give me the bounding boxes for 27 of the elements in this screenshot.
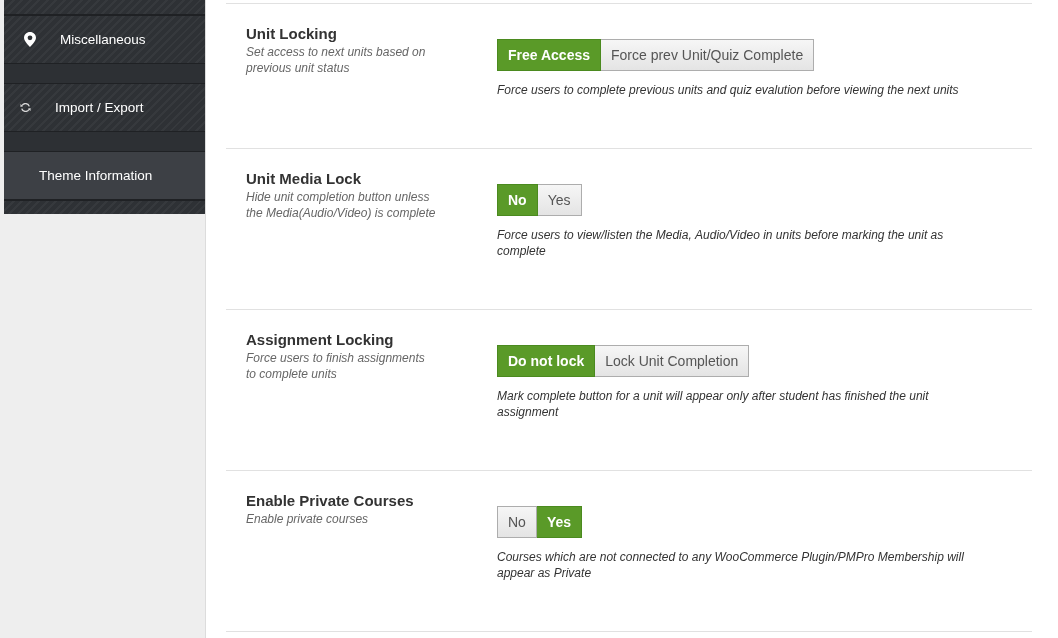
- setting-hint: Force users to finish assignments to complete units: [246, 350, 426, 382]
- toggle-option[interactable]: No: [497, 506, 537, 538]
- setting-description: Force users to complete previous units and quiz evalution before viewing the next units: [497, 82, 960, 98]
- sidebar-item[interactable]: Miscellaneous: [4, 15, 205, 64]
- toggle-option[interactable]: Yes: [536, 506, 583, 538]
- sync-icon: [20, 103, 31, 112]
- toggle-option[interactable]: No: [497, 184, 538, 216]
- toggle-option[interactable]: Lock Unit Completion: [595, 345, 750, 377]
- setting-title: Unit Media Lock: [246, 169, 362, 189]
- toggle-option[interactable]: Do not lock: [497, 345, 596, 377]
- sidebar-item[interactable]: [4, 200, 205, 214]
- setting-description: Mark complete button for a unit will appear only after student has finished the unit assignment: [497, 388, 930, 420]
- setting-hint: Enable private courses: [246, 511, 370, 527]
- toggle-option[interactable]: Force prev Unit/Quiz Complete: [601, 39, 815, 71]
- setting-description: Courses which are not connected to any WooCommerce Plugin/PMPro Membership will appear as Private: [497, 549, 965, 581]
- map-pin-icon: [24, 32, 36, 47]
- setting-hint: Set access to next units based on previous unit status: [246, 44, 427, 76]
- setting-title: Enable Private Courses: [246, 491, 415, 511]
- toggle-option[interactable]: Yes: [537, 184, 582, 216]
- sidebar-item[interactable]: [4, 0, 205, 15]
- setting-title: Unit Locking: [246, 24, 338, 44]
- toggle-option[interactable]: Free Access: [497, 39, 601, 71]
- sidebar-item[interactable]: Theme Information: [4, 151, 205, 200]
- setting-description: Force users to view/listen the Media, Audio/Video in units before marking the unit as complete: [497, 227, 945, 259]
- setting-title: Assignment Locking: [246, 330, 395, 350]
- setting-hint: Hide unit completion button unless the Media(Audio/Video) is complete: [246, 189, 437, 221]
- sidebar-item[interactable]: Import / Export: [4, 83, 205, 132]
